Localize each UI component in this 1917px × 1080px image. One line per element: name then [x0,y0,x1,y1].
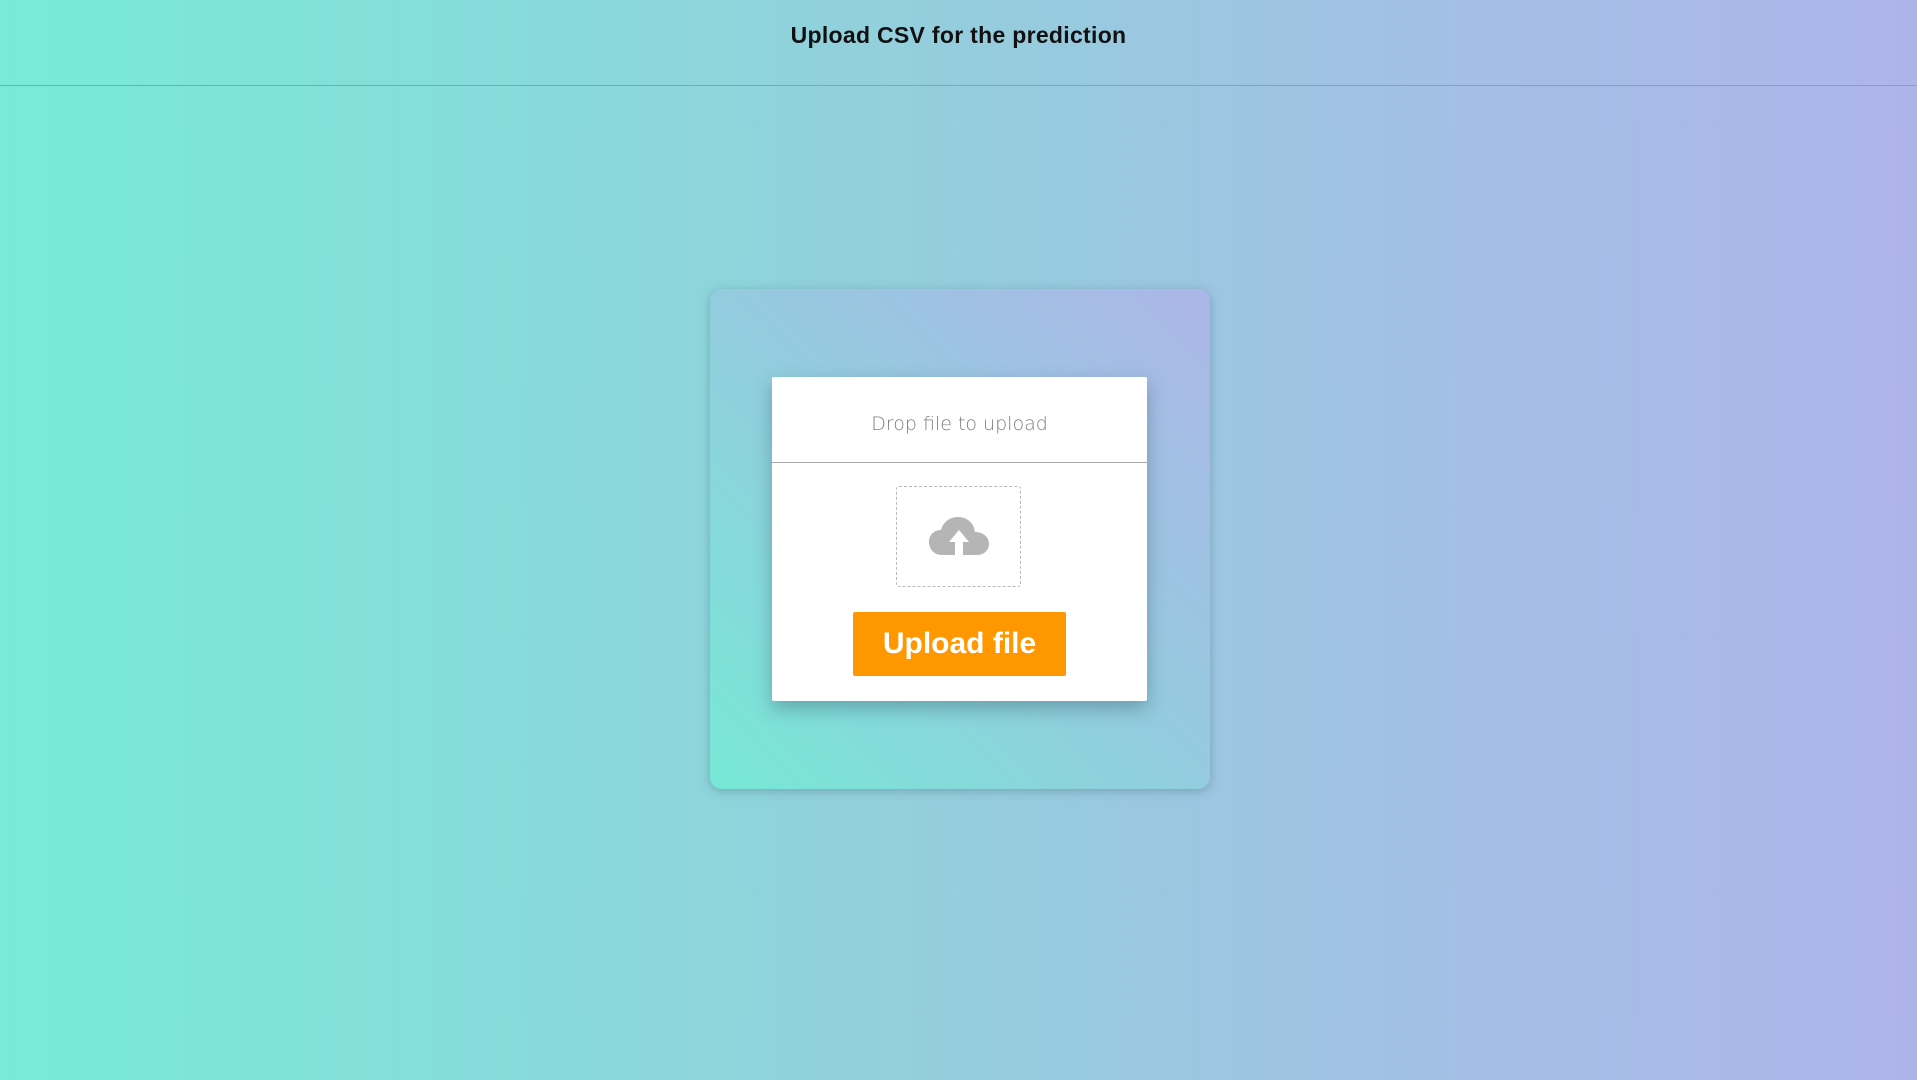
card-divider [772,462,1147,463]
upload-file-button[interactable]: Upload file [853,612,1066,676]
upload-panel: Drop file to upload Upload file [710,289,1210,789]
upload-card: Drop file to upload Upload file [772,377,1147,701]
drop-title: Drop file to upload [871,413,1048,435]
file-drop-zone[interactable] [896,486,1021,587]
cloud-upload-icon [929,517,989,555]
page-header: Upload CSV for the prediction [0,0,1917,86]
page-title: Upload CSV for the prediction [790,22,1127,48]
